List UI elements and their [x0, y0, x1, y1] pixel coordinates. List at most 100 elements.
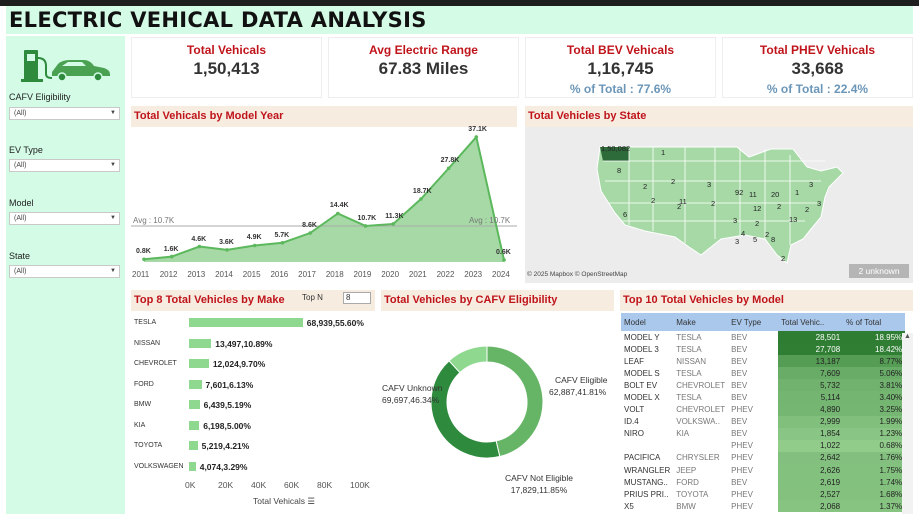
table-cell: LEAF: [624, 356, 645, 366]
data-label: 10.7K: [357, 214, 377, 222]
map-credit: © 2025 Mapbox © OpenStreetMap: [527, 271, 628, 278]
data-point[interactable]: [336, 211, 340, 216]
table-cell: WRANGLER: [624, 465, 671, 475]
model-year-area-chart[interactable]: [131, 127, 517, 283]
filter-select-model[interactable]: (All) ▼: [9, 212, 120, 225]
table-cell: ID.4: [624, 417, 639, 427]
table-row[interactable]: PHEV 1,022 0.68%: [621, 439, 906, 452]
table-row[interactable]: MODEL 3 TESLA BEV 27,708 18.42%: [621, 343, 906, 356]
table-cell: 3.40%: [843, 391, 906, 404]
table-cell: VOLKSWA..: [676, 417, 720, 427]
table-header-cell[interactable]: % of Total: [843, 313, 906, 331]
make-value-label: 68,939,55.60%: [306, 318, 364, 328]
year-tick-label: 2019: [353, 270, 372, 279]
filter-select-state[interactable]: (All) ▼: [9, 265, 120, 278]
table-cell: MODEL Y: [624, 332, 660, 342]
data-point[interactable]: [502, 258, 506, 262]
table-row[interactable]: LEAF NISSAN BEV 13,187 8.77%: [621, 355, 906, 368]
sort-icon[interactable]: ☰: [307, 496, 315, 506]
table-header-cell[interactable]: Total Vehic..: [778, 313, 844, 331]
data-label: 37.1K: [468, 126, 487, 134]
table-cell: 1.74%: [843, 476, 906, 489]
data-label: 4.9K: [246, 234, 262, 242]
filter-select-cafv[interactable]: (All) ▼: [9, 107, 120, 120]
donut-slice[interactable]: [431, 360, 501, 458]
table-cell: BEV: [731, 368, 748, 378]
table-row[interactable]: ID.4 VOLKSWA.. BEV 2,999 1.99%: [621, 415, 906, 428]
table-row[interactable]: PACIFICA CHRYSLER PHEV 2,642 1.76%: [621, 451, 906, 465]
topn-input[interactable]: 8: [343, 292, 371, 304]
table-row[interactable]: BOLT EV CHEVROLET BEV 5,732 3.81%: [621, 379, 906, 392]
data-point[interactable]: [419, 197, 423, 201]
kpi-total-vehicals: Total Vehicals 1,50,413: [131, 37, 322, 98]
table-scrollbar[interactable]: ▲: [902, 333, 913, 514]
table-cell: BEV: [731, 477, 748, 487]
make-bar[interactable]: [189, 318, 303, 327]
make-category-label: TESLA: [134, 319, 157, 326]
state-count-label: 1,50,082: [601, 144, 631, 153]
table-cell: BEV: [731, 356, 748, 366]
table-row[interactable]: NIRO KIA BEV 1,854 1.23%: [621, 427, 906, 440]
table-header-cell[interactable]: Model: [621, 313, 674, 331]
table-cell: PHEV: [731, 453, 753, 463]
data-label: 1.6K: [163, 245, 179, 253]
table-cell: 2,626: [778, 464, 844, 477]
state-count-label: 20: [771, 190, 780, 199]
table-cell: BEV: [731, 429, 748, 439]
dashboard-header: ELECTRIC VEHICAL DATA ANALYSIS: [6, 6, 913, 34]
table-cell: 27,708: [778, 343, 844, 356]
data-point[interactable]: [225, 248, 229, 252]
table-row[interactable]: MODEL X TESLA BEV 5,114 3.40%: [621, 391, 906, 404]
make-bar[interactable]: [189, 359, 209, 368]
data-point[interactable]: [169, 254, 174, 259]
table-row[interactable]: VOLT CHEVROLET PHEV 4,890 3.25%: [621, 403, 906, 416]
state-count-label: 4: [741, 229, 746, 238]
table-cell: FORD: [676, 477, 699, 487]
data-point[interactable]: [446, 166, 451, 171]
make-bar[interactable]: [189, 441, 198, 450]
table-row[interactable]: PRIUS PRI.. TOYOTA PHEV 2,527 1.68%: [621, 488, 906, 501]
unknown-badge[interactable]: 2 unknown: [849, 264, 909, 278]
make-bar[interactable]: [189, 420, 200, 430]
data-point[interactable]: [280, 241, 285, 245]
table-header-cell[interactable]: Make: [673, 313, 729, 331]
state-count-label: 12: [753, 204, 762, 213]
data-point[interactable]: [308, 231, 312, 235]
table-row[interactable]: X5 BMW PHEV 2,068 1.37%: [621, 500, 906, 513]
cafv-label-not-eligible: CAFV Not Eligible 17,829,11.85%: [505, 473, 574, 495]
state-map[interactable]: 1,50,082 1 8 2 2 3 2 6 2 11 2 92 11 20 1 3 12 2 3 2 4 2 13 2 3 3 5…: [525, 127, 913, 283]
table-cell: MODEL S: [624, 368, 660, 378]
data-point[interactable]: [474, 135, 479, 139]
make-bar[interactable]: [189, 461, 196, 471]
table-cell: MODEL 3: [624, 344, 659, 354]
topn-label: Top N: [302, 293, 323, 302]
table-cell: BEV: [731, 417, 748, 427]
state-count-label: 11: [749, 190, 757, 199]
data-point[interactable]: [391, 222, 396, 226]
cafv-donut[interactable]: [431, 346, 543, 458]
make-bar[interactable]: [189, 400, 200, 409]
table-row[interactable]: MODEL S TESLA BEV 7,609 5.06%: [621, 367, 906, 380]
data-point[interactable]: [252, 243, 257, 248]
donut-slice[interactable]: [486, 346, 543, 458]
data-point[interactable]: [363, 224, 368, 228]
kpi-title: Total BEV Vehicals: [566, 43, 675, 57]
table-row[interactable]: MODEL Y TESLA BEV 28,501 18.95%: [621, 331, 906, 344]
scroll-up-icon[interactable]: ▲: [902, 333, 913, 340]
data-label: 14.4K: [329, 202, 349, 210]
data-point[interactable]: [197, 244, 202, 249]
data-point[interactable]: [142, 257, 146, 262]
table-header-cell[interactable]: EV Type: [728, 313, 779, 331]
make-bar[interactable]: [189, 338, 212, 348]
panel-title-make: Top 8 Total Vehicles by Make: [131, 290, 375, 311]
model-table: Model Make EV Type Total Vehic..% of Total …: [621, 313, 906, 513]
filter-label-ev-type: EV Type: [9, 145, 43, 155]
make-xaxis-tick: 0K: [185, 480, 196, 490]
panel-title-cafv: Total Vehicles by CAFV Eligibility: [381, 290, 614, 311]
table-row[interactable]: WRANGLER JEEP PHEV 2,626 1.75%: [621, 464, 906, 477]
table-cell: 7,609: [778, 367, 844, 380]
make-xaxis-tick: 100K: [350, 480, 370, 490]
make-bar[interactable]: [189, 379, 202, 389]
table-row[interactable]: MUSTANG.. FORD BEV 2,619 1.74%: [621, 476, 906, 489]
filter-select-ev-type[interactable]: (All) ▼: [9, 159, 120, 172]
